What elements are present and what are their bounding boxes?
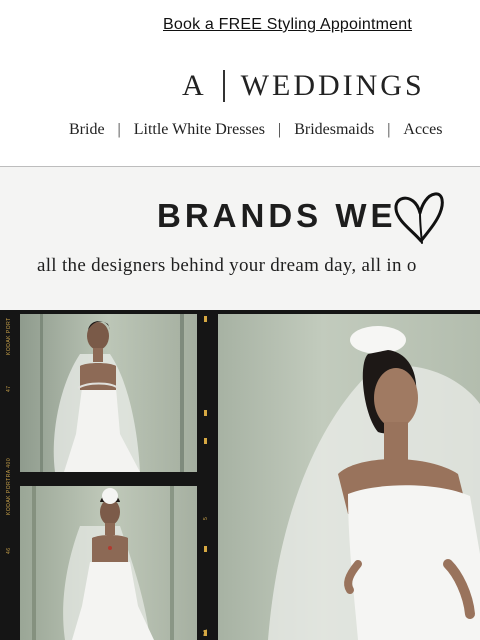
film-frame-photo [20, 486, 197, 640]
nav-item-little-white-dresses[interactable]: Little White Dresses [134, 121, 265, 139]
film-edge-label: 47 [6, 385, 12, 392]
brands-banner: BRANDS WE all the designers behind your … [0, 167, 480, 310]
logo-wordmark: WEDDINGS [240, 69, 425, 102]
film-frame-photo [20, 314, 197, 472]
film-sprocket [204, 546, 207, 552]
banner-subtitle: all the designers behind your dream day,… [37, 255, 417, 276]
film-sprocket [204, 410, 207, 416]
main-nav: Bride | Little White Dresses | Bridesmai… [69, 121, 442, 139]
film-sprocket [204, 316, 207, 322]
bride-portrait-photo [20, 486, 197, 640]
nav-separator: | [117, 121, 121, 138]
nav-item-bride[interactable]: Bride [69, 121, 105, 139]
nav-separator: | [277, 121, 282, 138]
film-edge-label: 5 [203, 516, 209, 520]
nav-item-bridesmaids[interactable]: Bridesmaids [294, 121, 374, 139]
promo-bar: Book a FREE Styling Appointment [0, 0, 480, 52]
film-edge-label: KODAK PORTRA 400 [6, 457, 12, 515]
film-edge-label: KODAK PORT [6, 317, 12, 355]
film-edge-label: 46 [6, 547, 12, 554]
styling-appointment-link[interactable]: Book a FREE Styling Appointment [163, 16, 412, 34]
banner-title: BRANDS WE [157, 197, 397, 234]
logo-letter: A [182, 69, 205, 102]
film-sprocket [204, 438, 207, 444]
nav-item-accessories[interactable]: Acces [403, 121, 442, 139]
film-sprocket [204, 630, 207, 636]
film-frame-photo [218, 314, 480, 640]
logo-divider [222, 70, 225, 102]
nav-separator: | [387, 121, 391, 138]
bride-portrait-photo [20, 314, 197, 472]
brand-logo[interactable]: A WEDDINGS [182, 66, 425, 106]
bride-portrait-photo [218, 314, 480, 640]
hero-film-strip-image[interactable]: KODAK PORT 47 KODAK PORTRA 400 46 5 5A [0, 310, 480, 640]
heart-scribble-icon [394, 192, 444, 244]
